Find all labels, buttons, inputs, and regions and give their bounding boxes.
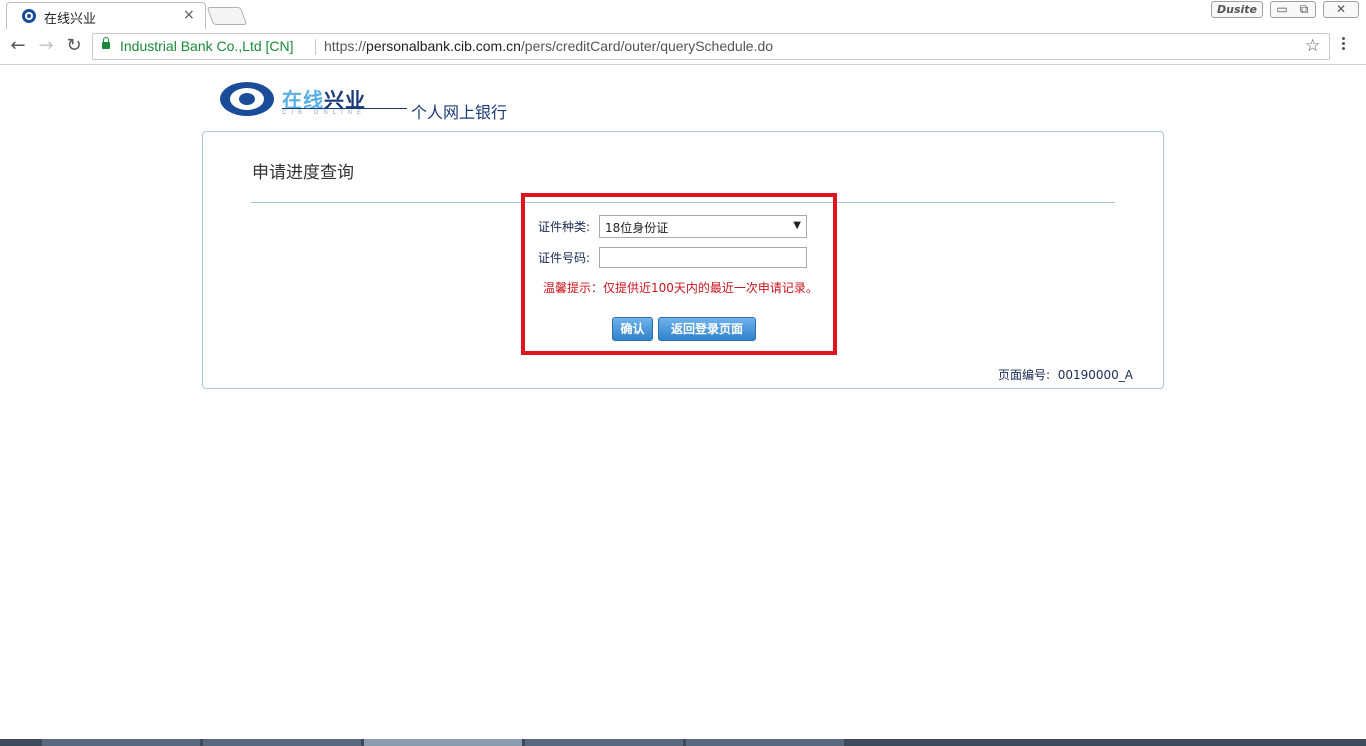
- page-code: 页面编号: 00190000_A: [998, 366, 1133, 383]
- taskbar-item[interactable]: [525, 739, 683, 746]
- browser-titlebar: 在线兴业 × Dusite ▭ ⧉ ✕: [0, 0, 1366, 29]
- address-separator: [315, 39, 316, 55]
- bookmark-star-icon[interactable]: ☆: [1305, 36, 1320, 56]
- ev-certificate-name[interactable]: Industrial Bank Co.,Ltd [CN]: [120, 38, 294, 54]
- url-host: personalbank.cib.com.cn: [366, 38, 521, 54]
- page-title: 申请进度查询: [252, 163, 354, 183]
- url-scheme: https://: [324, 38, 367, 54]
- bank-logo: 在线兴业 CIB ONLINE 个人网上银行: [218, 80, 518, 125]
- taskbar-item[interactable]: [203, 739, 361, 746]
- restore-button[interactable]: ⧉: [1293, 1, 1316, 18]
- taskbar-item[interactable]: [42, 739, 200, 746]
- logo-subtitle: CIB ONLINE: [282, 110, 367, 116]
- minimize-button[interactable]: ▭: [1270, 1, 1294, 18]
- tab-close-icon[interactable]: ×: [183, 6, 195, 24]
- browser-tab[interactable]: 在线兴业 ×: [6, 2, 206, 29]
- reload-icon[interactable]: ↻: [62, 35, 86, 59]
- close-window-button[interactable]: ✕: [1323, 1, 1359, 18]
- page-code-label: 页面编号:: [998, 368, 1051, 382]
- page-code-value: 00190000_A: [1057, 368, 1133, 382]
- browser-menu-icon[interactable]: [1342, 37, 1346, 52]
- tab-title: 在线兴业: [44, 12, 97, 27]
- new-tab-button[interactable]: [206, 7, 248, 25]
- logo-tagline: 个人网上银行: [411, 103, 508, 122]
- url-text[interactable]: https://personalbank.cib.com.cn/pers/cre…: [324, 38, 773, 54]
- highlight-box: [521, 193, 837, 355]
- lock-icon[interactable]: [102, 37, 110, 49]
- browser-toolbar: ← → ↻ Industrial Bank Co.,Ltd [CN] https…: [0, 29, 1366, 65]
- cib-favicon-icon: [22, 9, 36, 23]
- taskbar-item-active[interactable]: [364, 739, 522, 746]
- profile-button[interactable]: Dusite: [1211, 1, 1263, 18]
- taskbar: [0, 739, 1366, 746]
- address-bar[interactable]: Industrial Bank Co.,Ltd [CN] https://per…: [92, 33, 1330, 60]
- back-arrow-icon[interactable]: ←: [6, 35, 30, 59]
- forward-arrow-icon[interactable]: →: [34, 35, 58, 59]
- logo-divider: [282, 108, 407, 109]
- taskbar-item[interactable]: [686, 739, 844, 746]
- cib-emblem-icon: [220, 82, 274, 116]
- url-path: /pers/creditCard/outer/querySchedule.do: [520, 38, 774, 54]
